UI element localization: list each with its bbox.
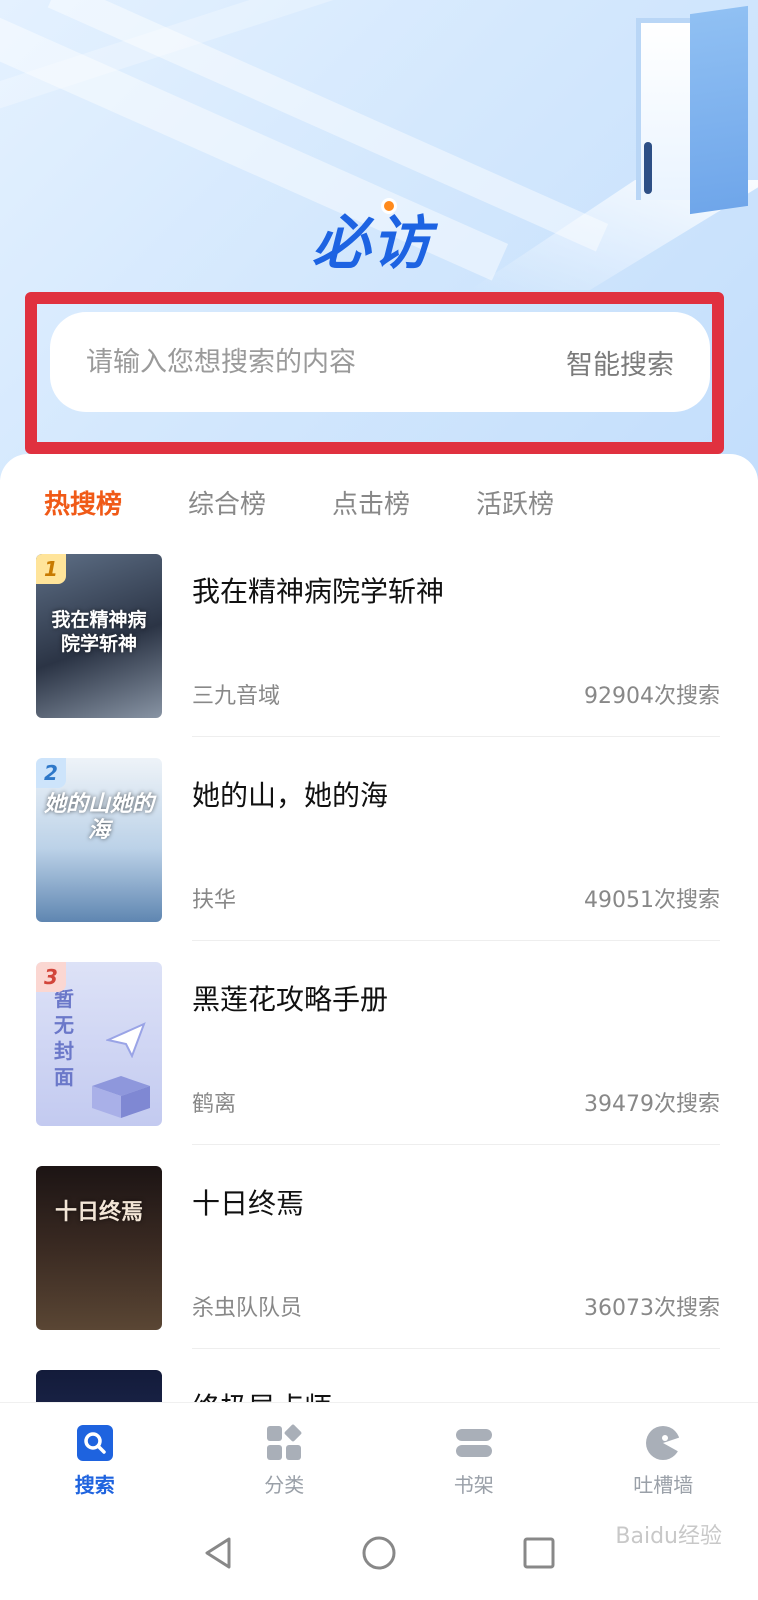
- nav-category[interactable]: 分类: [190, 1403, 380, 1506]
- search-input[interactable]: [86, 346, 526, 378]
- book-cover[interactable]: 暂无封面 3: [36, 962, 162, 1126]
- list-item[interactable]: 她的山她的海 2 她的山，她的海 扶华 49051次搜索: [0, 758, 758, 962]
- book-author: 鹤离: [192, 1092, 237, 1117]
- divider: [192, 736, 720, 737]
- search-icon: [76, 1425, 113, 1461]
- paper-plane-icon: [106, 1022, 146, 1058]
- search-bar[interactable]: 智能搜索: [50, 312, 710, 412]
- list-item[interactable]: 暂无封面 3 黑莲花攻略手册 鹤离 39479次搜索: [0, 962, 758, 1166]
- tab-hot-search[interactable]: 热搜榜: [44, 484, 122, 521]
- nav-label: 分类: [264, 1473, 305, 1497]
- rank-badge: 2: [36, 758, 66, 788]
- back-icon[interactable]: [199, 1533, 239, 1573]
- rank-badge: 1: [36, 554, 66, 584]
- search-count: 49051次搜索: [584, 888, 720, 913]
- divider: [192, 1348, 720, 1349]
- bookshelf-icon: [455, 1429, 492, 1457]
- cover-title-text: 十日终焉: [54, 1200, 143, 1225]
- book-author: 杀虫队队员: [192, 1296, 303, 1321]
- box-icon: [92, 1076, 150, 1118]
- smart-search-button[interactable]: 智能搜索: [566, 343, 674, 382]
- book-title[interactable]: 她的山，她的海: [192, 774, 388, 814]
- book-cover[interactable]: 她的山她的海 2: [36, 758, 162, 922]
- book-title[interactable]: 黑莲花攻略手册: [192, 978, 388, 1018]
- divider: [192, 940, 720, 941]
- cover-title-text: 她的山她的海: [44, 792, 155, 843]
- tab-overall[interactable]: 综合榜: [188, 484, 266, 521]
- person-silhouette-illustration: [644, 142, 652, 194]
- home-icon[interactable]: [359, 1533, 399, 1573]
- nav-label: 搜索: [74, 1473, 115, 1497]
- comment-wall-icon: [646, 1426, 682, 1460]
- search-count: 39479次搜索: [584, 1092, 720, 1117]
- cover-title-text: 我在精神病院学斩神: [51, 609, 147, 655]
- ranking-panel: 热搜榜 综合榜 点击榜 活跃榜 我在精神病院学斩神 1 我在精神病院学斩神 三九…: [0, 454, 758, 1534]
- ranking-tabs: 热搜榜 综合榜 点击榜 活跃榜: [44, 484, 620, 521]
- nav-label: 吐槽墙: [633, 1473, 694, 1497]
- no-cover-text: 暂无封面: [54, 987, 74, 1089]
- rank-badge: 3: [36, 962, 66, 992]
- bottom-navigation: 搜索 分类 书架 吐槽墙: [0, 1402, 758, 1506]
- book-title[interactable]: 我在精神病院学斩神: [192, 570, 444, 610]
- nav-bookshelf[interactable]: 书架: [379, 1403, 569, 1506]
- book-cover[interactable]: 我在精神病院学斩神 1: [36, 554, 162, 718]
- book-author: 三九音域: [192, 684, 281, 709]
- book-author: 扶华: [192, 888, 237, 913]
- nav-search[interactable]: 搜索: [0, 1403, 190, 1506]
- book-title[interactable]: 十日终焉: [192, 1182, 304, 1222]
- category-icon: [267, 1424, 302, 1460]
- search-count: 92904次搜索: [584, 684, 720, 709]
- book-cover[interactable]: 十日终焉: [36, 1166, 162, 1330]
- search-count: 36073次搜索: [584, 1296, 720, 1321]
- nav-label: 书架: [453, 1473, 494, 1497]
- list-item[interactable]: 十日终焉 十日终焉 杀虫队队员 36073次搜索: [0, 1166, 758, 1370]
- tab-clicks[interactable]: 点击榜: [332, 484, 410, 521]
- nav-comment-wall[interactable]: 吐槽墙: [569, 1403, 758, 1506]
- divider: [192, 1144, 720, 1145]
- watermark-text: Baidu经验: [615, 1524, 722, 1549]
- door-panel-illustration: [690, 5, 748, 215]
- app-logo: 必访: [312, 209, 433, 277]
- tab-active[interactable]: 活跃榜: [476, 484, 554, 521]
- recents-icon[interactable]: [519, 1533, 559, 1573]
- list-item[interactable]: 我在精神病院学斩神 1 我在精神病院学斩神 三九音域 92904次搜索: [0, 554, 758, 758]
- logo-dot-icon: [381, 198, 397, 214]
